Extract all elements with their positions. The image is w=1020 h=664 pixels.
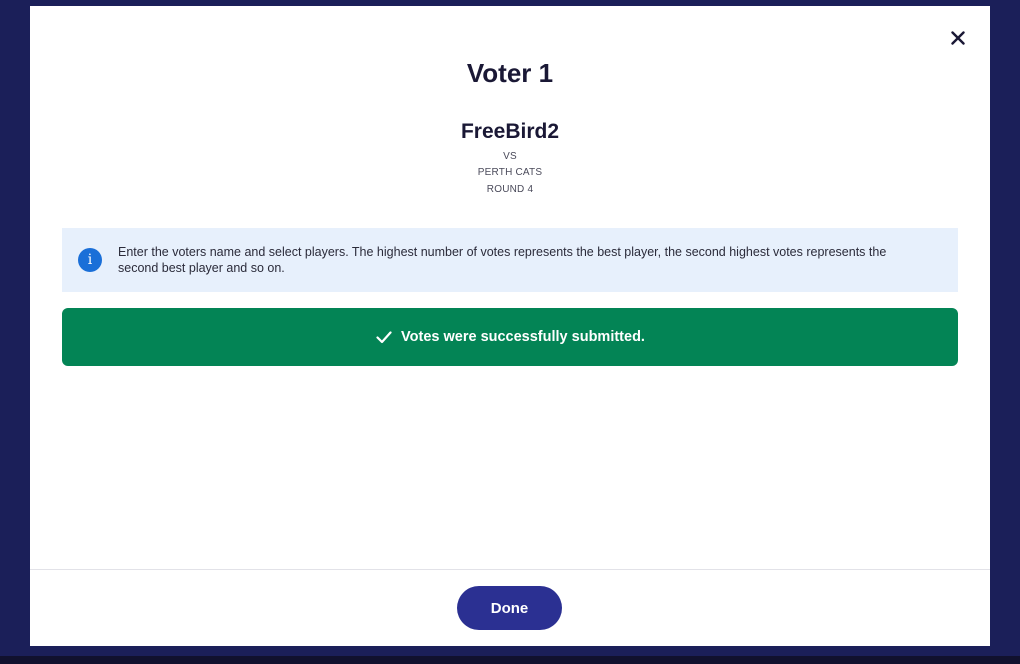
round-label: ROUND 4 — [486, 184, 534, 195]
footer-divider — [30, 569, 990, 570]
success-banner: Votes were successfully submitted. — [62, 308, 958, 366]
team-name: FreeBird2 — [460, 120, 560, 143]
check-icon — [375, 328, 393, 346]
info-alert: i Enter the voters name and select playe… — [62, 228, 958, 292]
page-title: Voter 1 — [466, 58, 554, 88]
vs-label: VS — [503, 151, 517, 162]
close-button[interactable] — [944, 24, 972, 52]
modal-dialog: Voter 1 FreeBird2 VS PERTH CATS ROUND 4 … — [30, 6, 990, 646]
info-icon: i — [78, 248, 102, 272]
done-button[interactable]: Done — [457, 586, 562, 630]
bottom-strip — [0, 656, 1020, 664]
success-message: Votes were successfully submitted. — [401, 329, 645, 345]
close-icon — [951, 31, 965, 45]
opponent-name: PERTH CATS — [477, 167, 543, 178]
info-text: Enter the voters name and select players… — [118, 245, 887, 275]
